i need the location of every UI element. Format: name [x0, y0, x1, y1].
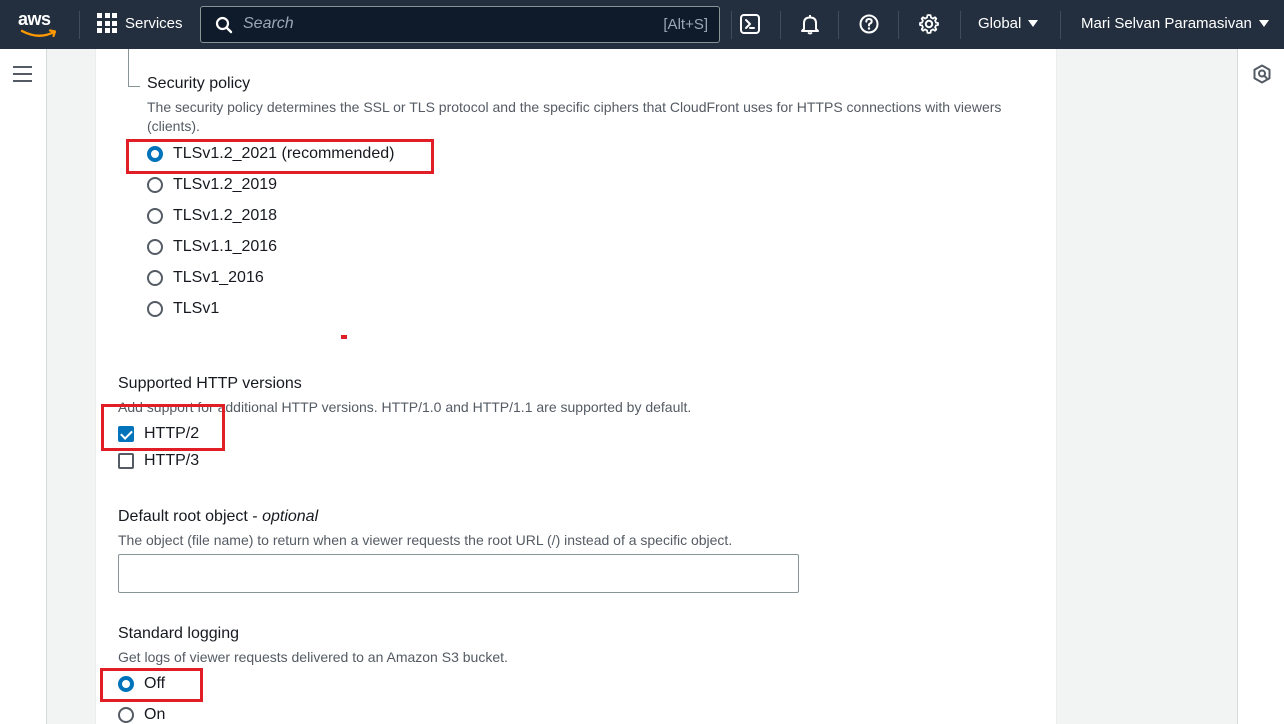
account-menu[interactable]: Mari Selvan Paramasivan: [1081, 15, 1269, 32]
default-root-object-description: The object (file name) to return when a …: [118, 532, 733, 548]
notifications-button[interactable]: [798, 12, 822, 36]
aws-logo-text: aws: [18, 9, 51, 29]
optional-tag: optional: [262, 508, 319, 525]
search-icon: [215, 16, 233, 34]
default-root-object-input[interactable]: [118, 554, 799, 593]
security-policy-label: Security policy: [147, 75, 251, 92]
annotation-highlight-box: [100, 668, 203, 702]
region-selector[interactable]: Global: [978, 15, 1039, 32]
annotation-highlight-box: [101, 404, 225, 451]
annotation-highlight-box: [126, 139, 434, 174]
radio-button[interactable]: [147, 239, 163, 255]
nav-divider: [731, 11, 732, 39]
aws-smile-icon: [20, 29, 57, 38]
annotation-mark: [341, 335, 347, 339]
nav-divider: [898, 11, 899, 39]
checkbox-http3[interactable]: HTTP/3: [118, 452, 199, 470]
radio-label: TLSv1.1_2016: [173, 238, 278, 255]
radio-label: TLSv1_2016: [173, 269, 264, 286]
http-versions-label: Supported HTTP versions: [118, 375, 302, 392]
gear-icon: [919, 14, 939, 34]
cloudshell-icon: [740, 14, 760, 34]
radio-logging-on[interactable]: On: [118, 706, 165, 724]
standard-logging-description: Get logs of viewer requests delivered to…: [118, 649, 508, 665]
default-root-object-label: Default root object - optional: [118, 508, 318, 526]
search-input[interactable]: [243, 15, 643, 33]
radio-tlsv1-2-2019[interactable]: TLSv1.2_2019: [147, 176, 277, 194]
radio-tlsv1-2016[interactable]: TLSv1_2016: [147, 269, 264, 287]
radio-tlsv1[interactable]: TLSv1: [147, 300, 219, 318]
radio-label: On: [144, 706, 166, 723]
services-menu-button[interactable]: Services: [97, 13, 183, 33]
radio-label: TLSv1: [173, 300, 220, 317]
help-button[interactable]: [857, 12, 881, 36]
radio-button[interactable]: [147, 270, 163, 286]
menu-icon[interactable]: [13, 66, 32, 82]
radio-tlsv1-1-2016[interactable]: TLSv1.1_2016: [147, 238, 277, 256]
search-shortcut-hint: [Alt+S]: [663, 16, 708, 33]
checkbox-label: HTTP/3: [144, 452, 200, 469]
region-label: Global: [978, 15, 1022, 32]
settings-button[interactable]: [917, 12, 941, 36]
cloudshell-button[interactable]: [738, 12, 762, 36]
grid-icon: [97, 13, 117, 33]
security-policy-description: The security policy determines the SSL o…: [147, 99, 1002, 134]
nav-divider: [780, 11, 781, 39]
nav-divider: [838, 11, 839, 39]
radio-button[interactable]: [147, 301, 163, 317]
nav-divider: [960, 11, 961, 39]
radio-button[interactable]: [147, 177, 163, 193]
search-box[interactable]: [Alt+S]: [200, 6, 720, 43]
radio-button[interactable]: [118, 707, 134, 723]
tree-connector: [128, 49, 140, 87]
http-versions-description: Add support for additional HTTP versions…: [118, 399, 692, 415]
default-root-object-label-text: Default root object -: [118, 508, 263, 525]
info-panel-icon[interactable]: [1252, 64, 1272, 84]
help-icon: [859, 14, 879, 34]
side-navigation-strip: [0, 49, 47, 724]
standard-logging-label: Standard logging: [118, 625, 239, 642]
caret-down-icon: [1258, 20, 1269, 27]
radio-tlsv1-2-2018[interactable]: TLSv1.2_2018: [147, 207, 277, 225]
services-label: Services: [125, 14, 183, 32]
bell-icon: [801, 15, 819, 35]
aws-logo[interactable]: aws: [18, 10, 60, 40]
user-name: Mari Selvan Paramasivan: [1081, 15, 1252, 32]
top-navigation: aws Services [Alt+S]: [0, 0, 1284, 49]
nav-divider: [79, 11, 80, 39]
radio-label: TLSv1.2_2019: [173, 176, 278, 193]
radio-label: TLSv1.2_2018: [173, 207, 278, 224]
radio-button[interactable]: [147, 208, 163, 224]
checkbox[interactable]: [118, 453, 134, 469]
tools-panel-strip: [1237, 49, 1284, 724]
nav-divider: [1060, 11, 1061, 39]
caret-down-icon: [1028, 20, 1039, 27]
